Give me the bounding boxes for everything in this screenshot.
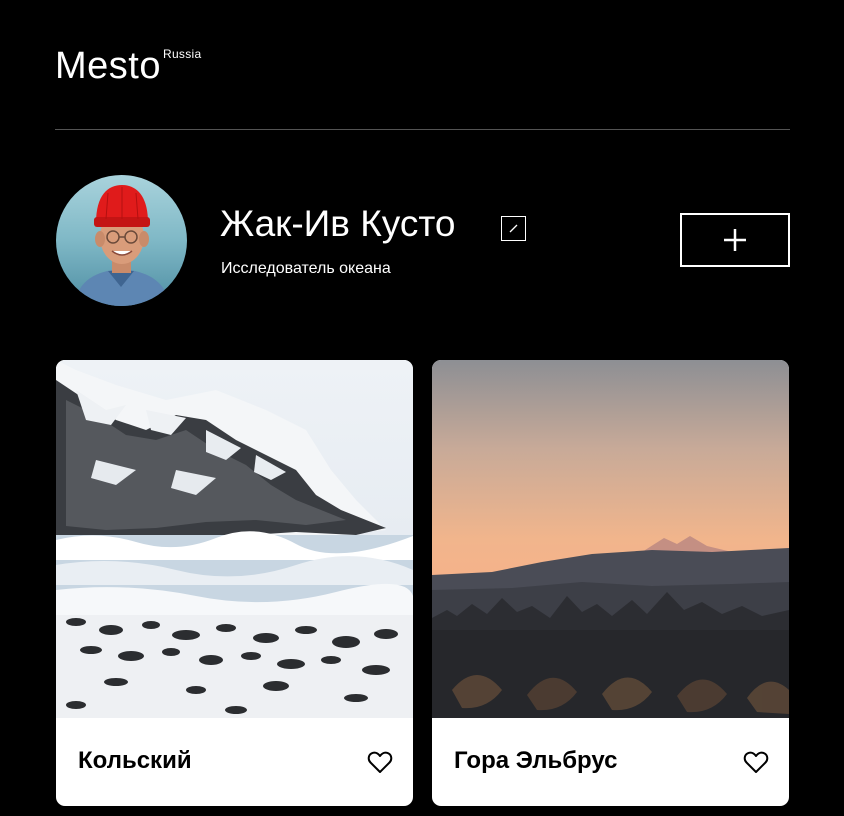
plus-icon bbox=[724, 229, 746, 251]
profile-about: Исследователь океана bbox=[221, 260, 391, 277]
logo-block: Mesto Russia bbox=[55, 44, 790, 88]
card: Гора Эльбрус bbox=[432, 360, 789, 806]
avatar[interactable] bbox=[56, 175, 187, 306]
edit-profile-button[interactable] bbox=[501, 216, 526, 241]
card-image[interactable] bbox=[56, 360, 413, 718]
logo[interactable]: Mesto Russia bbox=[55, 44, 790, 88]
logo-text: Mesto bbox=[55, 45, 161, 87]
pencil-icon bbox=[509, 224, 518, 233]
page: Mesto Russia Жак-Ив Кусто Исследователь … bbox=[0, 0, 844, 816]
heart-outline-icon bbox=[367, 751, 393, 773]
card: Кольский bbox=[56, 360, 413, 806]
card-title: Гора Эльбрус bbox=[454, 747, 618, 774]
card-image[interactable] bbox=[432, 360, 789, 718]
profile-name: Жак-Ив Кусто bbox=[220, 203, 456, 244]
like-button[interactable] bbox=[367, 750, 393, 774]
header-divider bbox=[55, 129, 790, 130]
add-card-button[interactable] bbox=[680, 213, 790, 267]
logo-superscript: Russia bbox=[162, 47, 202, 61]
heart-outline-icon bbox=[743, 751, 769, 773]
card-title: Кольский bbox=[78, 747, 192, 774]
like-button[interactable] bbox=[743, 750, 769, 774]
avatar-image bbox=[56, 175, 187, 306]
